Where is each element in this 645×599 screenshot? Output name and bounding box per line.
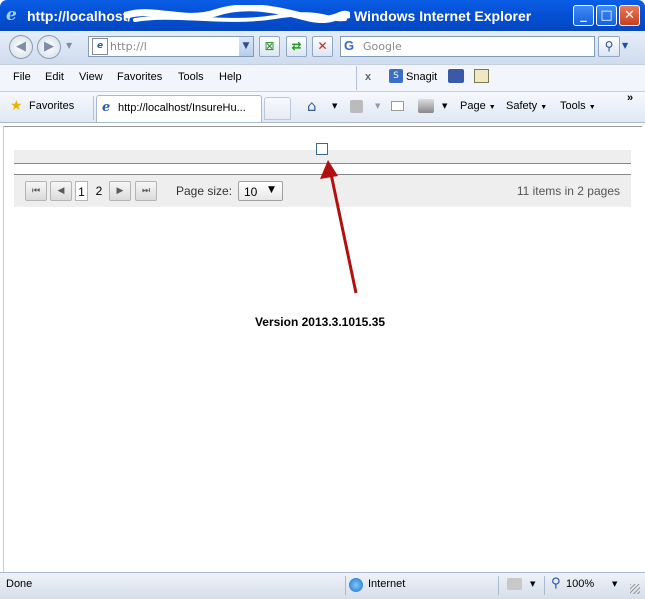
- recent-pages-dropdown-icon[interactable]: ▼: [66, 41, 72, 50]
- page-number[interactable]: 2: [92, 181, 106, 201]
- page-size-dropdown-icon[interactable]: ▼: [268, 185, 275, 195]
- home-dropdown-icon[interactable]: ▼: [332, 102, 337, 110]
- ie-logo-icon: e: [6, 5, 17, 25]
- security-zone[interactable]: Internet: [368, 578, 405, 590]
- favorites-button[interactable]: Favorites: [29, 100, 74, 112]
- menu-separator: [356, 66, 357, 90]
- minimize-button[interactable]: _: [573, 5, 594, 26]
- page-size-label: Page size:: [176, 184, 233, 198]
- protected-mode-dropdown-icon[interactable]: ▼: [530, 580, 535, 588]
- snagit-editor-icon[interactable]: [474, 69, 489, 83]
- home-icon[interactable]: ⌂: [307, 97, 317, 115]
- menu-tools[interactable]: Tools: [178, 71, 204, 83]
- status-text: Done: [6, 578, 33, 590]
- status-separator: [498, 576, 499, 595]
- search-placeholder: Google: [363, 40, 402, 53]
- previous-page-button[interactable]: ◀: [50, 181, 72, 201]
- search-icon[interactable]: ⚲: [598, 36, 620, 57]
- pager-info: 11 items in 2 pages: [516, 184, 620, 198]
- next-page-button[interactable]: ▶: [109, 181, 131, 201]
- favorites-star-icon: ★: [10, 98, 23, 114]
- snagit-button[interactable]: Snagit: [406, 71, 437, 83]
- version-label: Version 2013.3.1015.35: [254, 315, 386, 329]
- annotation-arrow: [320, 160, 358, 294]
- read-mail-icon[interactable]: [391, 101, 404, 111]
- menu-view[interactable]: View: [79, 71, 103, 83]
- maximize-button[interactable]: □: [596, 5, 617, 26]
- page-menu[interactable]: Page ▼: [460, 100, 496, 112]
- redaction-scribble: [125, 5, 350, 23]
- tools-menu-arrow-icon: ▼: [588, 104, 596, 111]
- tab-title: http://localhost/InsureHu...: [118, 102, 246, 114]
- page-icon: e: [92, 38, 108, 55]
- favorites-separator: [93, 96, 94, 120]
- status-bar: [0, 572, 645, 599]
- google-logo-icon: G: [344, 38, 355, 53]
- stop-icon[interactable]: ✕: [312, 36, 333, 57]
- first-page-button[interactable]: ⏮: [25, 181, 47, 201]
- window-title-suffix: Windows Internet Explorer: [354, 8, 532, 24]
- zoom-dropdown-icon[interactable]: ▼: [612, 580, 617, 588]
- safety-menu-arrow-icon: ▼: [540, 104, 548, 111]
- tab-page-icon: e: [102, 100, 111, 115]
- menu-edit[interactable]: Edit: [45, 71, 64, 83]
- internet-zone-globe-icon: [349, 578, 363, 592]
- last-page-button[interactable]: ⏭: [135, 181, 157, 201]
- snagit-icon: S: [389, 69, 403, 83]
- new-tab-button[interactable]: [264, 97, 291, 120]
- select-all-checkbox[interactable]: [316, 143, 328, 155]
- menu-favorites[interactable]: Favorites: [117, 71, 162, 83]
- snagit-window-icon[interactable]: [448, 69, 464, 83]
- compatibility-view-icon[interactable]: ⊠: [259, 36, 280, 57]
- toolbar-overflow-icon[interactable]: »: [627, 92, 633, 104]
- refresh-icon[interactable]: ⇄: [286, 36, 307, 57]
- menu-file[interactable]: File: [13, 71, 31, 83]
- page-size-value: 10: [244, 185, 258, 199]
- close-button[interactable]: ✕: [619, 5, 640, 26]
- tools-menu[interactable]: Tools ▼: [560, 100, 596, 112]
- window-title: http://localhost/: [27, 8, 132, 24]
- zoom-icon: ⚲: [551, 576, 561, 591]
- safety-menu-label: Safety: [506, 100, 538, 112]
- address-dropdown-icon[interactable]: ▼: [239, 37, 253, 56]
- resize-grip[interactable]: [630, 584, 640, 594]
- print-icon[interactable]: [418, 99, 434, 113]
- page-menu-arrow-icon: ▼: [488, 104, 496, 111]
- search-options-icon[interactable]: ▼: [622, 41, 628, 50]
- protected-mode-icon[interactable]: [507, 578, 522, 590]
- print-dropdown-icon[interactable]: ▼: [442, 102, 447, 110]
- status-separator: [345, 576, 346, 595]
- safety-menu[interactable]: Safety ▼: [506, 100, 547, 112]
- status-separator: [544, 576, 545, 595]
- forward-button[interactable]: ▶: [37, 35, 61, 59]
- toolbar-close-icon[interactable]: x: [365, 71, 371, 83]
- feeds-icon[interactable]: [350, 100, 363, 113]
- menu-help[interactable]: Help: [219, 71, 242, 83]
- page-number-current[interactable]: 1: [75, 181, 88, 201]
- tools-menu-label: Tools: [560, 100, 586, 112]
- feeds-dropdown-icon[interactable]: ▼: [375, 102, 380, 110]
- zoom-level[interactable]: 100%: [566, 578, 594, 590]
- address-url: http://l: [110, 40, 147, 53]
- back-button[interactable]: ◀: [9, 35, 33, 59]
- page-menu-label: Page: [460, 100, 486, 112]
